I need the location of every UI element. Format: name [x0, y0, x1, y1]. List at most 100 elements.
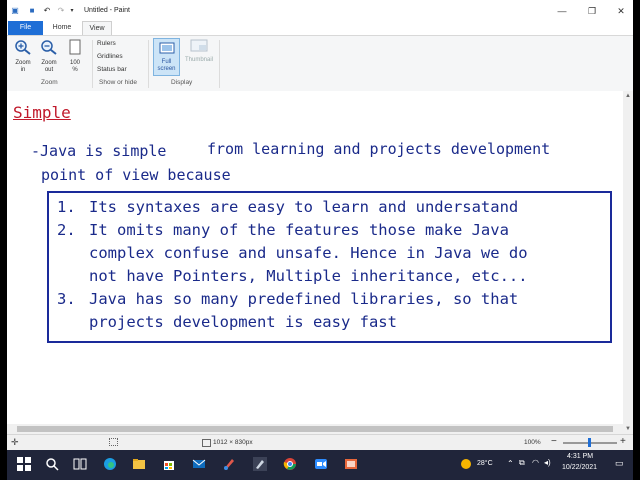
status-bar-label: Status bar: [97, 66, 127, 73]
system-tray-chevron-icon[interactable]: ⌃: [507, 459, 514, 468]
save-icon[interactable]: ■: [27, 6, 37, 16]
tab-file[interactable]: File: [8, 21, 43, 35]
search-icon[interactable]: [45, 457, 59, 471]
clock-time[interactable]: 4:31 PM: [567, 453, 593, 460]
rulers-checkbox[interactable]: Rulers: [97, 40, 144, 147]
store-icon[interactable]: [162, 457, 176, 471]
gridlines-checkbox[interactable]: Gridlines: [97, 53, 144, 160]
notifications-icon[interactable]: ▭: [615, 458, 624, 469]
bordered-list-box: 1. Its syntaxes are easy to learn and und…: [47, 191, 612, 343]
network-icon[interactable]: ⧉: [519, 458, 525, 468]
list-number: 3.: [57, 290, 76, 308]
list-item: 3. Java has so many predefined libraries,…: [57, 290, 518, 308]
full-screen-label-2: screen: [157, 66, 176, 72]
group-divider: [148, 40, 149, 88]
zoom-minus-icon[interactable]: −: [551, 437, 557, 447]
paint-window: ▣ ■ ↶ ↷ ▾ Untitled - Paint — ❐ ✕ File Ho…: [7, 0, 633, 480]
paint-taskbar-icon[interactable]: [222, 457, 236, 471]
list-text: Its syntaxes are easy to learn and under…: [89, 198, 519, 216]
mail-icon[interactable]: [192, 457, 206, 471]
weather-temperature[interactable]: 28°C: [477, 460, 493, 467]
redo-icon[interactable]: ↷: [56, 6, 66, 16]
minimize-button[interactable]: —: [552, 5, 572, 17]
full-screen-icon: [159, 42, 174, 54]
paint-3d-icon[interactable]: [344, 457, 358, 471]
zoom-group-label: Zoom: [41, 79, 58, 86]
thumbnail-label: Thumbnail: [184, 57, 213, 63]
display-group-label: Display: [171, 79, 193, 86]
quick-access-dropdown-icon[interactable]: ▾: [67, 6, 77, 16]
chrome-icon[interactable]: [283, 457, 297, 471]
image-size: 1012 × 830px: [213, 439, 253, 446]
paint-app-icon: ▣: [11, 6, 19, 15]
full-screen-button[interactable]: Full screen: [153, 38, 180, 76]
edge-browser-icon[interactable]: [103, 457, 117, 471]
cursor-position-icon: ✛: [11, 437, 19, 447]
full-screen-label-1: Full: [161, 59, 172, 65]
zoom-in-button[interactable]: Zoom in: [11, 39, 35, 74]
ribbon: Zoom in Zoom out 100 % Zoom Rulers Gridl…: [7, 35, 633, 174]
volume-icon[interactable]: ◂): [544, 458, 551, 467]
zoom-100-label-2: %: [72, 67, 78, 73]
status-bar: ✛ 1012 × 830px 100% − +: [7, 434, 633, 451]
zoom-100-label-1: 100: [69, 60, 80, 66]
list-number: 1.: [57, 198, 76, 216]
zoom-in-icon: [15, 40, 31, 55]
zoom-out-icon: [41, 40, 57, 55]
task-view-icon[interactable]: [73, 457, 87, 471]
file-explorer-icon[interactable]: [132, 457, 146, 471]
gridlines-label: Gridlines: [97, 53, 123, 60]
status-bar-checkbox[interactable]: ✓Status bar: [97, 66, 144, 174]
list-text: It omits many of the features those make…: [89, 221, 509, 239]
zoom-out-label-2: out: [44, 67, 54, 73]
horizontal-scroll-thumb[interactable]: [17, 426, 613, 432]
taskbar: 28°C ⌃ ⧉ ◠ ◂) 4:31 PM 10/22/2021 ▭: [7, 450, 633, 480]
zoom-100-button[interactable]: 100 %: [63, 39, 87, 74]
page-icon: [69, 39, 81, 55]
selection-size-icon: [109, 438, 118, 446]
zoom-meetings-icon[interactable]: [314, 457, 328, 471]
scroll-up-icon[interactable]: ▲: [623, 91, 633, 101]
list-number: 2.: [57, 221, 76, 239]
windows-start-icon[interactable]: [17, 457, 31, 471]
paint-active-app-icon[interactable]: [253, 457, 267, 471]
drawing-canvas[interactable]: Simple -Java is simple from learning and…: [7, 91, 633, 434]
weather-sun-icon: [461, 459, 471, 469]
horizontal-scrollbar[interactable]: [7, 424, 623, 434]
show-hide-group-label: Show or hide: [99, 79, 137, 86]
canvas-text-line-1b: from learning and projects development: [207, 140, 551, 158]
list-text: Java has so many predefined libraries, s…: [89, 290, 519, 308]
zoom-plus-icon[interactable]: +: [620, 437, 626, 447]
zoom-out-label-1: Zoom: [41, 60, 57, 66]
group-divider: [219, 40, 220, 88]
list-item: 1. Its syntaxes are easy to learn and und…: [57, 198, 518, 216]
undo-icon[interactable]: ↶: [42, 6, 52, 16]
thumbnail-button[interactable]: Thumbnail: [182, 39, 216, 63]
zoom-slider-handle[interactable]: [588, 438, 591, 447]
heading-simple: Simple: [13, 103, 71, 122]
zoom-out-button[interactable]: Zoom out: [37, 39, 61, 74]
zoom-in-label-1: Zoom: [15, 60, 31, 66]
thumbnail-icon: [190, 39, 208, 52]
scroll-down-icon[interactable]: ▼: [623, 424, 633, 434]
clock-date[interactable]: 10/22/2021: [562, 464, 597, 471]
restore-button[interactable]: ❐: [582, 5, 602, 17]
canvas-text-line-2: point of view because: [41, 166, 231, 184]
zoom-level: 100%: [524, 439, 541, 446]
tab-view[interactable]: View: [82, 21, 112, 35]
ribbon-tabs: File Home View: [7, 21, 633, 35]
canvas-text-line-1a: -Java is simple: [31, 142, 167, 160]
list-item: 2. It omits many of the features those ma…: [57, 221, 509, 239]
tab-home[interactable]: Home: [47, 21, 77, 35]
list-item-continuation: projects development is easy fast: [89, 313, 397, 331]
close-button[interactable]: ✕: [611, 5, 631, 17]
window-title: Untitled - Paint: [84, 7, 130, 14]
wifi-icon[interactable]: ◠: [532, 458, 539, 467]
image-size-icon: [202, 439, 211, 447]
zoom-in-label-2: in: [20, 67, 26, 73]
vertical-scrollbar[interactable]: ▲ ▼: [623, 91, 633, 434]
list-item-continuation: not have Pointers, Multiple inheritance,…: [89, 267, 528, 285]
list-item-continuation: complex confuse and unsafe. Hence in Jav…: [89, 244, 528, 262]
rulers-label: Rulers: [97, 40, 116, 47]
group-divider: [92, 40, 93, 88]
